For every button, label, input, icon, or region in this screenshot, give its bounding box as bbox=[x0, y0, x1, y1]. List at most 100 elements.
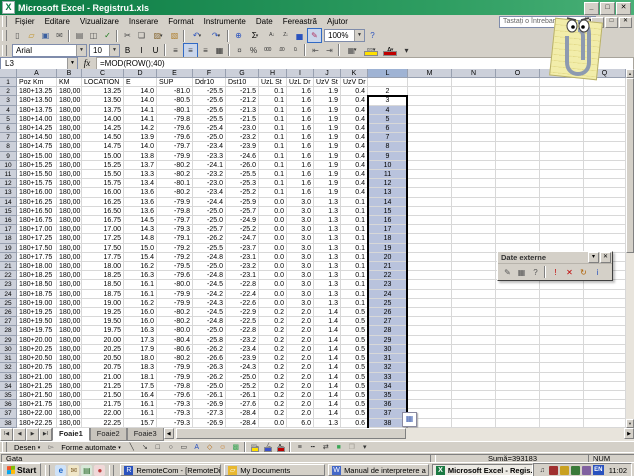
cell-a11[interactable]: 180+15.50 bbox=[17, 170, 57, 179]
cell-l24[interactable]: 24 bbox=[368, 290, 408, 299]
cell-e20[interactable]: -79.2 bbox=[157, 253, 193, 262]
cell-e16[interactable]: -79.7 bbox=[157, 216, 193, 225]
cell-a32[interactable]: 180+20.75 bbox=[17, 363, 57, 372]
cell-b9[interactable]: 180,00 bbox=[57, 152, 82, 161]
cell-h4[interactable]: 0.1 bbox=[259, 106, 287, 115]
menu-item-instrumente[interactable]: Instrumente bbox=[199, 16, 251, 27]
row-header-10[interactable]: 10 bbox=[0, 161, 17, 170]
cell-j37[interactable]: 1.4 bbox=[314, 409, 341, 418]
cell-i11[interactable]: 1.6 bbox=[287, 170, 314, 179]
cell-o28[interactable] bbox=[496, 326, 540, 335]
row-header-35[interactable]: 35 bbox=[0, 391, 17, 400]
cell-q8[interactable] bbox=[584, 142, 626, 151]
cell-j11[interactable]: 1.9 bbox=[314, 170, 341, 179]
cell-m35[interactable] bbox=[408, 391, 452, 400]
cell-d37[interactable]: 16.1 bbox=[124, 409, 157, 418]
cell-n14[interactable] bbox=[452, 198, 496, 207]
cell-f7[interactable]: -25.0 bbox=[193, 133, 226, 142]
cell-e12[interactable]: -80.1 bbox=[157, 179, 193, 188]
workbook-restore-button[interactable]: □ bbox=[605, 17, 618, 28]
cell-p16[interactable] bbox=[540, 216, 584, 225]
cell-j18[interactable]: 1.3 bbox=[314, 234, 341, 243]
cell-n9[interactable] bbox=[452, 152, 496, 161]
new-icon[interactable]: ▯ bbox=[11, 29, 24, 42]
internet-explorer-icon[interactable]: e bbox=[55, 465, 66, 476]
cell-g9[interactable]: -24.6 bbox=[226, 152, 259, 161]
cell-a10[interactable]: 180+15.25 bbox=[17, 161, 57, 170]
column-header-a[interactable]: A bbox=[17, 69, 57, 78]
cell-k35[interactable]: 0.5 bbox=[341, 391, 368, 400]
cell-g38[interactable]: -28.4 bbox=[226, 419, 259, 428]
cell-l10[interactable]: 10 bbox=[368, 161, 408, 170]
cell-l20[interactable]: 20 bbox=[368, 253, 408, 262]
cell-l9[interactable]: 9 bbox=[368, 152, 408, 161]
cell-b11[interactable]: 180,00 bbox=[57, 170, 82, 179]
cell-i13[interactable]: 1.6 bbox=[287, 188, 314, 197]
cell-p38[interactable] bbox=[540, 419, 584, 428]
cell-k10[interactable]: 0.4 bbox=[341, 161, 368, 170]
workbook-minimize-button[interactable]: _ bbox=[591, 17, 604, 28]
volume-icon[interactable]: ♫ bbox=[538, 466, 547, 475]
cell-q18[interactable] bbox=[584, 234, 626, 243]
cell-c16[interactable]: 16.75 bbox=[82, 216, 124, 225]
cell-e32[interactable]: -79.9 bbox=[157, 363, 193, 372]
cell-q33[interactable] bbox=[584, 373, 626, 382]
cell-h26[interactable]: 0.2 bbox=[259, 308, 287, 317]
cell-c33[interactable]: 21.00 bbox=[82, 373, 124, 382]
cell-j4[interactable]: 1.9 bbox=[314, 106, 341, 115]
column-header-c[interactable]: C bbox=[82, 69, 124, 78]
refresh-data-icon[interactable]: ! bbox=[549, 266, 562, 279]
tab-scroll-last-icon[interactable]: ▶I bbox=[39, 428, 52, 441]
cell-k25[interactable]: 0.1 bbox=[341, 299, 368, 308]
cell-c37[interactable]: 22.00 bbox=[82, 409, 124, 418]
refresh-status-icon[interactable]: i bbox=[591, 266, 604, 279]
row-header-22[interactable]: 22 bbox=[0, 271, 17, 280]
cell-j7[interactable]: 1.9 bbox=[314, 133, 341, 142]
cell-p3[interactable] bbox=[540, 96, 584, 105]
cell-g26[interactable]: -22.9 bbox=[226, 308, 259, 317]
cell-d4[interactable]: 14.1 bbox=[124, 106, 157, 115]
cell-q16[interactable] bbox=[584, 216, 626, 225]
row-header-19[interactable]: 19 bbox=[0, 244, 17, 253]
cell-k1[interactable]: UzV Dr bbox=[341, 78, 368, 87]
cell-f6[interactable]: -25.4 bbox=[193, 124, 226, 133]
row-header-34[interactable]: 34 bbox=[0, 382, 17, 391]
cell-i16[interactable]: 3.0 bbox=[287, 216, 314, 225]
cell-l17[interactable]: 17 bbox=[368, 225, 408, 234]
column-header-e[interactable]: E bbox=[157, 69, 193, 78]
cell-i4[interactable]: 1.6 bbox=[287, 106, 314, 115]
cell-n3[interactable] bbox=[452, 96, 496, 105]
cell-g11[interactable]: -25.5 bbox=[226, 170, 259, 179]
cell-f25[interactable]: -24.3 bbox=[193, 299, 226, 308]
cell-c35[interactable]: 21.50 bbox=[82, 391, 124, 400]
cell-i37[interactable]: 2.0 bbox=[287, 409, 314, 418]
diagram-icon[interactable]: ◇ bbox=[204, 443, 216, 453]
cell-m10[interactable] bbox=[408, 161, 452, 170]
spelling-icon[interactable]: ✓ bbox=[101, 29, 114, 42]
toolbar-grip[interactable] bbox=[2, 16, 7, 27]
cell-g8[interactable]: -23.9 bbox=[226, 142, 259, 151]
cell-i18[interactable]: 3.0 bbox=[287, 234, 314, 243]
cell-g16[interactable]: -24.9 bbox=[226, 216, 259, 225]
cell-i3[interactable]: 1.6 bbox=[287, 96, 314, 105]
cell-m14[interactable] bbox=[408, 198, 452, 207]
cell-n29[interactable] bbox=[452, 336, 496, 345]
cell-f33[interactable]: -26.2 bbox=[193, 373, 226, 382]
chevron-down-icon[interactable]: ▼ bbox=[109, 45, 119, 56]
cell-i21[interactable]: 3.0 bbox=[287, 262, 314, 271]
sheet-tab-foaie2[interactable]: Foaie2 bbox=[90, 428, 127, 441]
cell-d20[interactable]: 15.4 bbox=[124, 253, 157, 262]
close-button[interactable]: ✕ bbox=[616, 2, 631, 15]
select-all-corner[interactable] bbox=[0, 69, 17, 78]
cell-k6[interactable]: 0.4 bbox=[341, 124, 368, 133]
cell-l13[interactable]: 13 bbox=[368, 188, 408, 197]
cell-h36[interactable]: 0.2 bbox=[259, 400, 287, 409]
cell-a4[interactable]: 180+13.75 bbox=[17, 106, 57, 115]
cell-a35[interactable]: 180+21.50 bbox=[17, 391, 57, 400]
cell-j38[interactable]: 1.3 bbox=[314, 419, 341, 428]
cell-d38[interactable]: 15.7 bbox=[124, 419, 157, 428]
row-header-20[interactable]: 20 bbox=[0, 253, 17, 262]
text-box-icon[interactable]: ▭ bbox=[178, 443, 190, 453]
cell-h14[interactable]: 0.0 bbox=[259, 198, 287, 207]
copy-icon[interactable]: ❏ bbox=[135, 29, 148, 42]
